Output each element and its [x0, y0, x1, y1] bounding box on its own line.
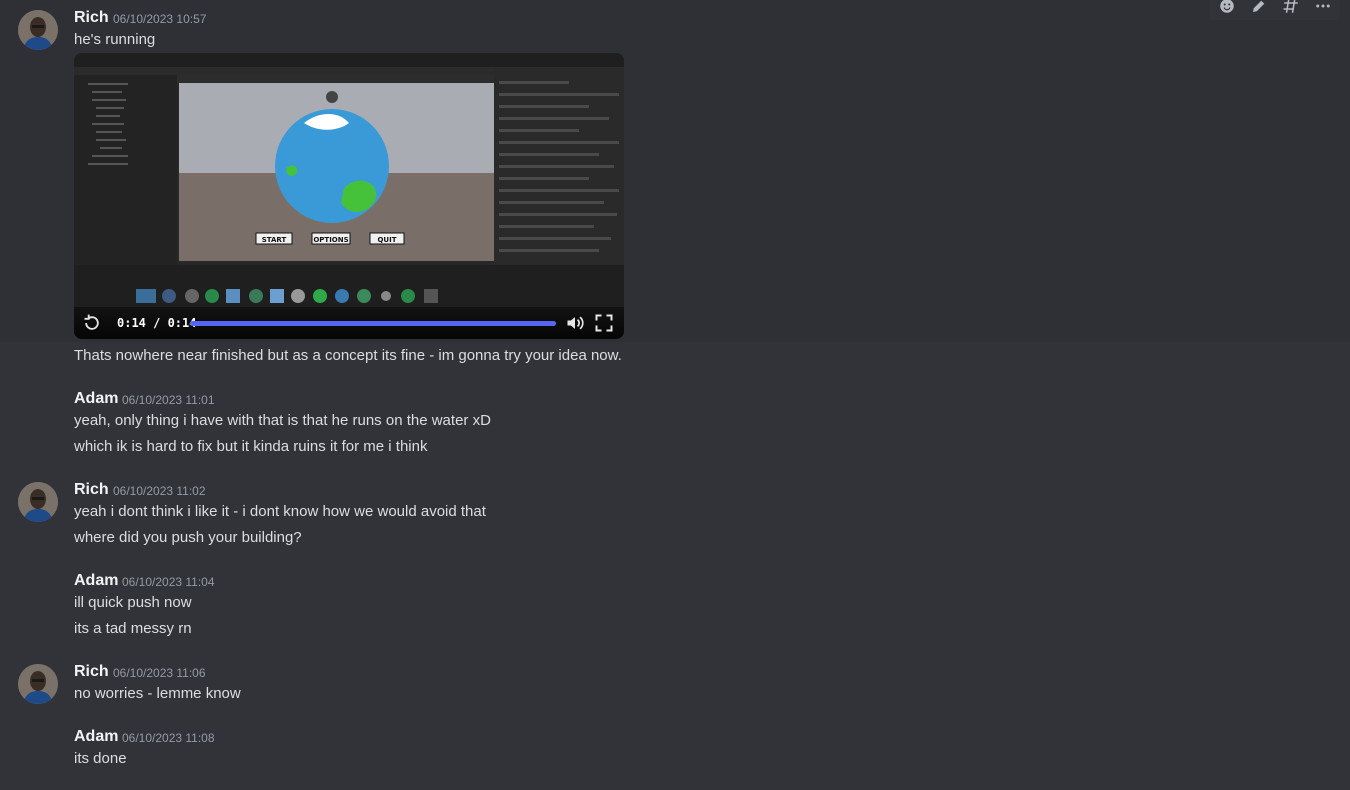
username[interactable]: Rich: [74, 663, 109, 681]
replay-icon[interactable]: [80, 311, 104, 335]
add-reaction-icon[interactable]: [1216, 0, 1238, 17]
avatar[interactable]: [18, 664, 58, 704]
message-text: yeah, only thing i have with that is tha…: [74, 412, 491, 429]
username[interactable]: Adam: [74, 572, 118, 590]
message-timestamp: 06/10/2023 11:01: [122, 393, 215, 407]
message-text: no worries - lemme know: [74, 685, 241, 702]
message-actions-toolbar: [1210, 0, 1340, 20]
more-options-icon[interactable]: [1312, 0, 1334, 17]
video-controls: 0:14 / 0:14: [74, 307, 624, 339]
create-thread-icon[interactable]: [1280, 0, 1302, 17]
video-progress-bar[interactable]: [190, 321, 556, 326]
message-text: ill quick push now: [74, 594, 192, 611]
message-text: its done: [74, 750, 127, 767]
message-timestamp: 06/10/2023 11:02: [113, 484, 206, 498]
message-text: he's running: [74, 31, 156, 48]
game-button-options: OPTIONS: [313, 236, 348, 244]
avatar[interactable]: [18, 482, 58, 522]
edit-icon[interactable]: [1248, 0, 1270, 17]
avatar[interactable]: [18, 10, 58, 50]
video-progress-fill: [190, 321, 556, 326]
message-text: yeah i dont think i like it - i dont kno…: [74, 503, 486, 520]
message-text: its a tad messy rn: [74, 620, 192, 637]
username[interactable]: Rich: [74, 9, 109, 27]
game-button-quit: QUIT: [377, 236, 396, 244]
video-time-label: 0:14 / 0:14: [117, 316, 197, 330]
message-timestamp: 06/10/2023 10:57: [113, 12, 207, 26]
volume-icon[interactable]: [564, 312, 586, 334]
message-text: where did you push your building?: [74, 529, 302, 546]
message-timestamp: 06/10/2023 11:06: [113, 666, 206, 680]
message-text: which ik is hard to fix but it kinda rui…: [74, 438, 428, 455]
username[interactable]: Adam: [74, 390, 118, 408]
video-frame-unity-editor: START OPTIONS QUIT: [74, 53, 624, 339]
message-timestamp: 06/10/2023 11:04: [122, 575, 215, 589]
username[interactable]: Adam: [74, 728, 118, 746]
video-attachment[interactable]: START OPTIONS QUIT 0:14 / 0:14: [74, 53, 624, 339]
username[interactable]: Rich: [74, 481, 109, 499]
game-button-start: START: [262, 236, 287, 244]
message-timestamp: 06/10/2023 11:08: [122, 731, 215, 745]
fullscreen-icon[interactable]: [593, 312, 615, 334]
message-text: Thats nowhere near finished but as a con…: [74, 347, 622, 364]
